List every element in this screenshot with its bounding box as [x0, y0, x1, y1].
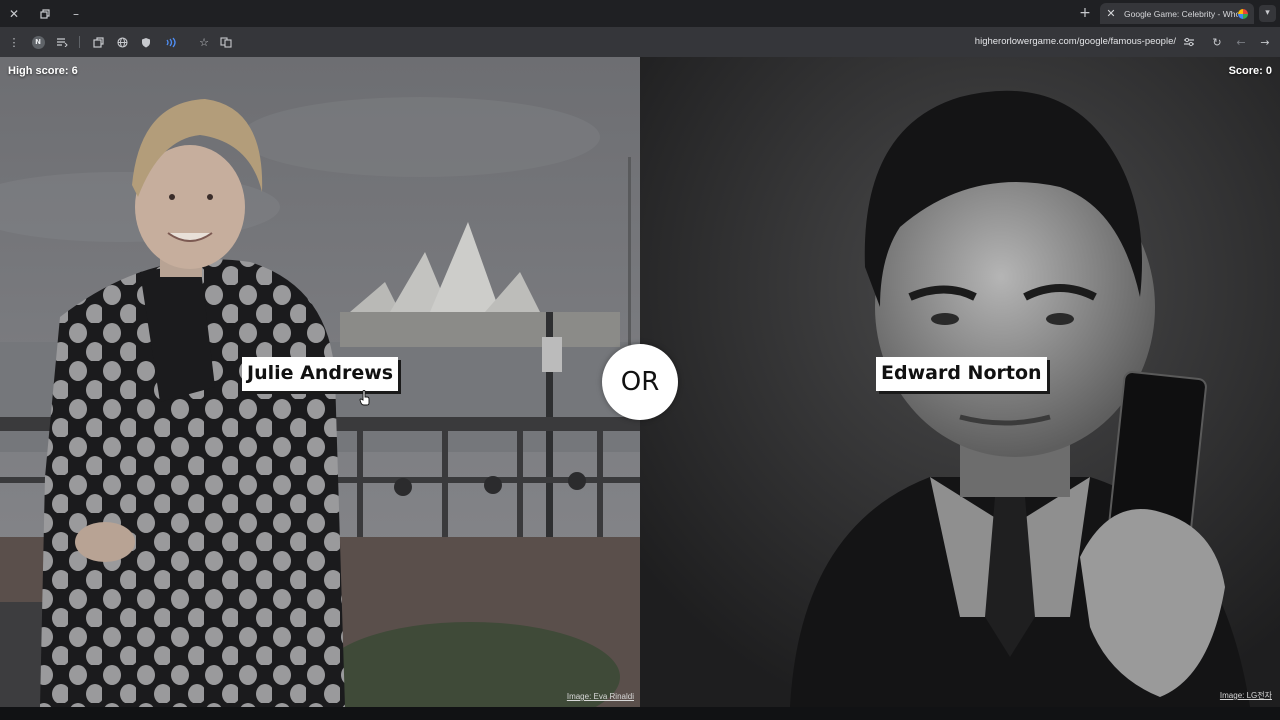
forward-arrow-icon[interactable]: →: [1256, 33, 1274, 51]
profile-initial: N: [31, 35, 45, 49]
sound-waves-icon[interactable]: [161, 33, 179, 51]
game-area: High score: 6 Image: Eva Rinaldi Score: …: [0, 57, 1280, 707]
reading-list-icon[interactable]: [53, 33, 71, 51]
tab-favicon-icon: [1238, 8, 1248, 19]
bottom-strip: [0, 707, 1280, 720]
close-window-icon[interactable]: ✕: [5, 5, 23, 23]
back-arrow-icon[interactable]: ←: [1232, 33, 1250, 51]
or-badge: OR: [602, 344, 678, 420]
site-settings-icon[interactable]: [1180, 33, 1198, 51]
translate-icon[interactable]: [217, 33, 235, 51]
minimize-window-icon[interactable]: –: [67, 5, 85, 23]
active-tab[interactable]: ✕ Google Game: Celebrity - Who: [1100, 3, 1254, 24]
tab-search-icon[interactable]: ▾: [1259, 5, 1276, 22]
left-celebrity-name: Julie Andrews: [242, 357, 399, 391]
profile-avatar[interactable]: N: [29, 33, 47, 51]
tab-close-icon[interactable]: ✕: [1104, 7, 1118, 20]
right-celebrity-name: Edward Norton: [876, 357, 1047, 391]
hand-pointer-cursor-icon: [359, 390, 370, 406]
browser-toolbar: ⋮ N ☆ higherorlowergame.com/google/famou…: [0, 27, 1280, 57]
extension-puzzle-icon[interactable]: [89, 33, 107, 51]
tab-title: Google Game: Celebrity - Who: [1124, 8, 1238, 19]
tab-strip: ✕ – + ✕ Google Game: Celebrity - Who ▾: [0, 0, 1280, 27]
shield-icon[interactable]: [137, 33, 155, 51]
bookmark-star-icon[interactable]: ☆: [195, 33, 213, 51]
menu-kebab-icon[interactable]: ⋮: [5, 33, 23, 51]
reload-icon[interactable]: ↻: [1208, 33, 1226, 51]
address-bar-url[interactable]: higherorlowergame.com/google/famous-peop…: [860, 35, 1176, 49]
right-image-credit-link[interactable]: Image: LG전자: [1220, 690, 1272, 701]
new-tab-button[interactable]: +: [1077, 5, 1093, 21]
high-score-label: High score: 6: [8, 65, 78, 77]
score-label: Score: 0: [1228, 65, 1272, 77]
left-image-credit-link[interactable]: Image: Eva Rinaldi: [567, 692, 634, 701]
restore-window-icon[interactable]: [36, 5, 54, 23]
globe-icon[interactable]: [113, 33, 131, 51]
toolbar-divider: [79, 36, 80, 48]
